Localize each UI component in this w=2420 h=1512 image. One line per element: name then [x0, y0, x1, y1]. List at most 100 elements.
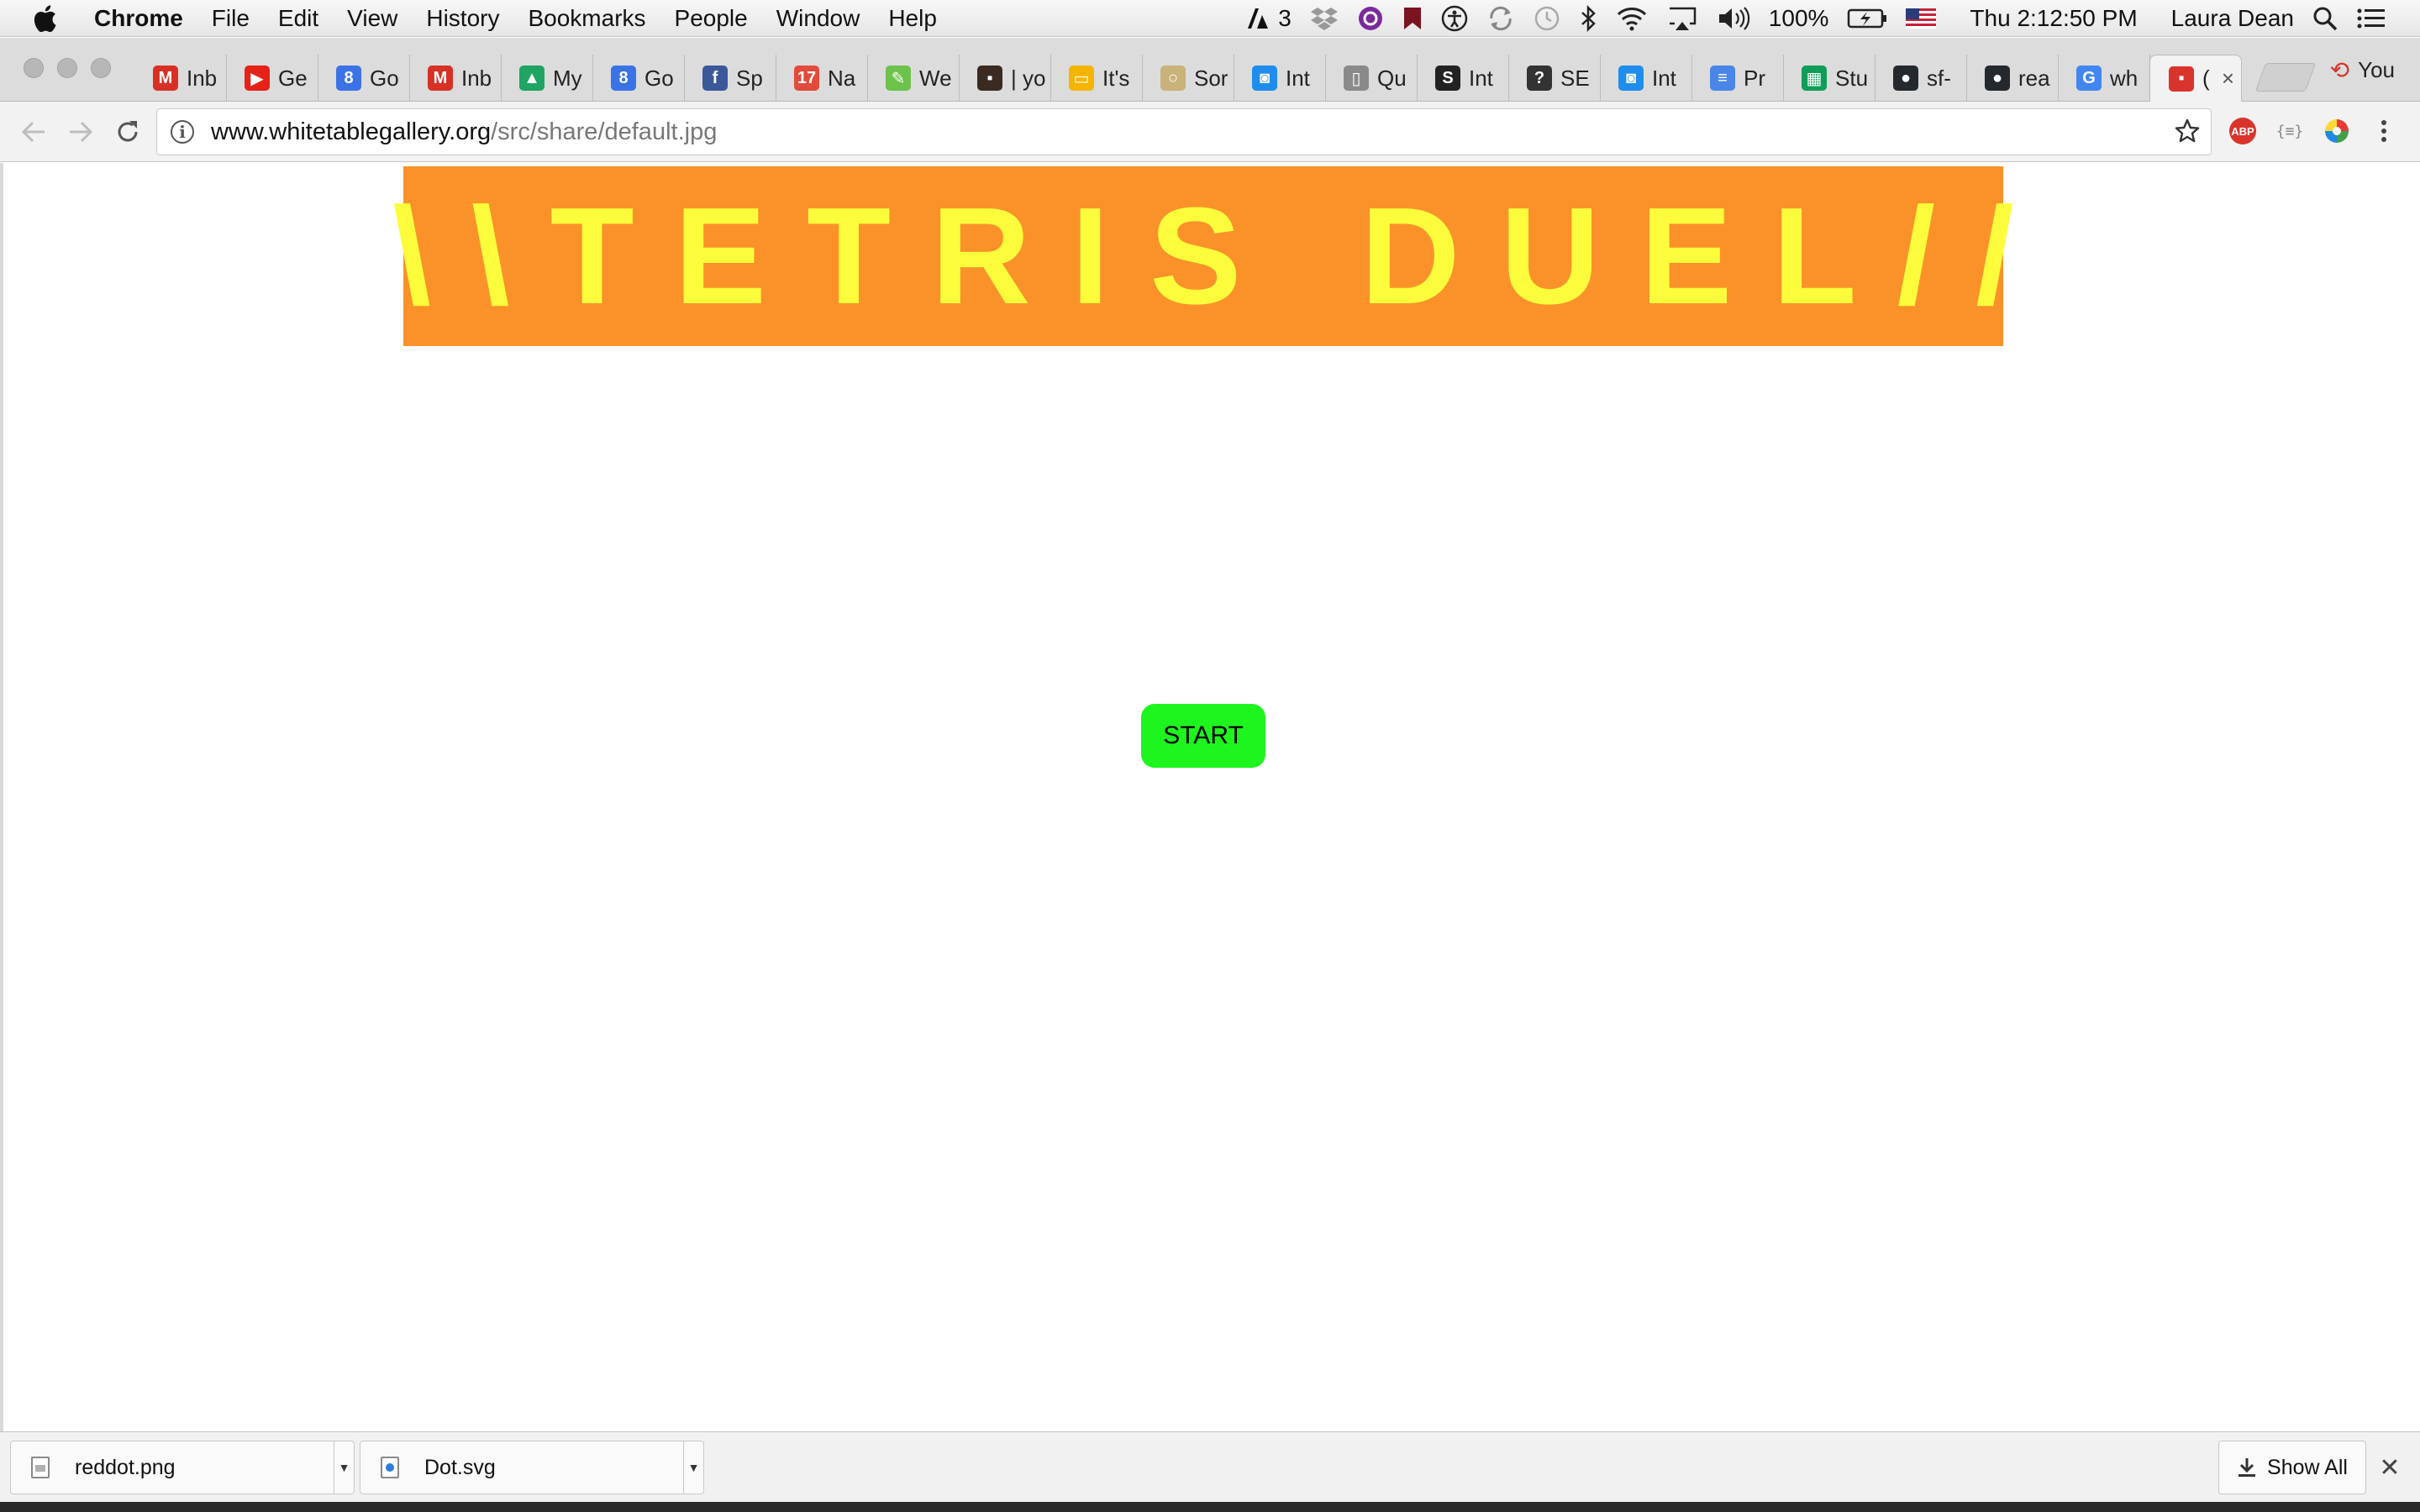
bluetooth-icon[interactable] — [1579, 0, 1597, 37]
tab-label: We — [919, 65, 952, 91]
tab-label: Sp — [736, 65, 763, 91]
accessibility-icon[interactable] — [1441, 0, 1468, 37]
time-machine-icon[interactable] — [1534, 0, 1560, 37]
download-item-dot-svg[interactable]: Dot.svg ▼ — [360, 1441, 704, 1494]
tab-label: wh — [2110, 65, 2139, 91]
browser-tab[interactable]: f Sp — [684, 55, 776, 102]
browser-tab[interactable]: M Inb — [409, 55, 502, 102]
google-drive-icon: ▲ — [519, 66, 544, 91]
browser-tab[interactable]: ◙ Int — [1234, 55, 1326, 102]
show-all-label: Show All — [2267, 1455, 2348, 1479]
tab-label: Qu — [1377, 65, 1407, 91]
browser-tab[interactable]: ● sf- — [1875, 55, 1967, 102]
browser-tab[interactable]: ▪ (× — [2149, 55, 2242, 102]
download-arrow-icon — [2238, 1458, 2256, 1477]
airplay-icon[interactable] — [1666, 0, 1698, 37]
user-name[interactable]: Laura Dean — [2171, 0, 2294, 37]
tab-strip: M Inb ▶ Ge 8 Go M Inb ▲ My 8 Go f Sp 17 Na ✎ We ▪ | yo ▭ It's… — [0, 38, 2420, 102]
browser-tab[interactable]: ● rea — [1966, 55, 2059, 102]
bookmark-star-icon[interactable] — [2174, 118, 2201, 151]
wifi-icon[interactable] — [1616, 0, 1648, 37]
menu-help[interactable]: Help — [888, 5, 937, 32]
close-downloads-icon[interactable]: ✕ — [2375, 1452, 2405, 1483]
json-viewer-icon[interactable]: {≡} — [2274, 115, 2306, 147]
tab-list: M Inb ▶ Ge 8 Go M Inb ▲ My 8 Go f Sp 17 Na ✎ We ▪ | yo ▭ It's… — [134, 55, 2242, 102]
spotlight-search-icon[interactable] — [2312, 0, 2338, 37]
download-menu-button[interactable]: ▼ — [334, 1441, 354, 1494]
browser-tab[interactable]: 17 Na — [776, 55, 868, 102]
browser-tab[interactable]: 8 Go — [318, 55, 410, 102]
profile-warning-icon: ⟲ — [2329, 57, 2350, 83]
title-banner: \\TETRIS DUEL// — [392, 166, 2014, 346]
battery-icon[interactable] — [1847, 0, 1887, 37]
bookmark-icon[interactable] — [1402, 0, 1423, 37]
back-button[interactable] — [15, 113, 52, 150]
url-path: /src/share/default.jpg — [491, 118, 718, 145]
adobe-icon[interactable] — [1246, 0, 1271, 37]
intercom-chat-icon: ◙ — [1252, 66, 1277, 91]
menu-bookmarks[interactable]: Bookmarks — [528, 5, 645, 32]
start-button[interactable]: START — [1141, 704, 1265, 768]
tab-label: ( — [2202, 66, 2210, 91]
chrome-menu-icon[interactable] — [2368, 115, 2400, 147]
menu-window[interactable]: Window — [776, 5, 860, 32]
google-calendar-icon: 8 — [336, 66, 361, 91]
browser-tab[interactable]: ▭ It's — [1050, 55, 1143, 102]
browser-tab[interactable]: ▦ Stu — [1783, 55, 1876, 102]
browser-tab[interactable]: ◙ Int — [1600, 55, 1692, 102]
browser-tab[interactable]: M Inb — [134, 55, 227, 102]
browser-tab[interactable]: ? SE — [1508, 55, 1601, 102]
google-calendar-icon: 8 — [611, 66, 636, 91]
menu-app-chrome[interactable]: Chrome — [94, 5, 183, 32]
gmail-icon: M — [153, 66, 178, 91]
status-area: 3 100% Thu 2:12:50 PM Laura Dean — [1246, 0, 2386, 37]
menu-file[interactable]: File — [212, 5, 250, 32]
browser-tab[interactable]: 8 Go — [592, 55, 685, 102]
window-close-button[interactable] — [24, 58, 44, 78]
purple-app-icon[interactable] — [1357, 0, 1384, 37]
adblock-plus-icon[interactable]: ABP — [2227, 115, 2259, 147]
window-minimize-button[interactable] — [57, 58, 77, 78]
clock[interactable]: Thu 2:12:50 PM — [1970, 0, 2137, 37]
tab-label: Inb — [187, 65, 218, 91]
show-all-downloads-button[interactable]: Show All — [2218, 1441, 2366, 1494]
browser-tab[interactable]: ▶ Ge — [226, 55, 318, 102]
window-zoom-button[interactable] — [91, 58, 111, 78]
profile-button[interactable]: ⟲ You — [2330, 56, 2395, 84]
menu-edit[interactable]: Edit — [278, 5, 318, 32]
circle-icon: ○ — [1160, 66, 1186, 91]
reload-button[interactable] — [109, 113, 146, 150]
menu-people[interactable]: People — [675, 5, 748, 32]
browser-tab[interactable]: ✎ We — [867, 55, 960, 102]
forward-button[interactable] — [62, 113, 99, 150]
volume-icon[interactable] — [1717, 0, 1750, 37]
browser-toolbar: i www.whitetablegallery.org /src/share/d… — [0, 102, 2420, 162]
menu-history[interactable]: History — [426, 5, 499, 32]
apple-icon[interactable] — [32, 4, 66, 33]
browser-tab[interactable]: ▲ My — [501, 55, 593, 102]
tab-close-icon[interactable]: × — [2222, 66, 2234, 92]
notification-center-icon[interactable] — [2356, 0, 2386, 37]
new-tab-button[interactable] — [2254, 63, 2317, 92]
slides-icon: ▭ — [1069, 66, 1094, 91]
site-info-icon[interactable]: i — [171, 120, 194, 144]
download-menu-button[interactable]: ▼ — [683, 1441, 703, 1494]
tab-label: | yo — [1011, 65, 1046, 91]
browser-tab[interactable]: Gwh — [2058, 55, 2150, 102]
github-icon: ● — [1893, 66, 1918, 91]
us-flag-icon[interactable] — [1906, 0, 1937, 37]
browser-tab[interactable]: ▪ | yo — [959, 55, 1051, 102]
sync-icon[interactable] — [1486, 0, 1515, 37]
dropbox-icon[interactable] — [1310, 0, 1339, 37]
tab-label: rea — [2018, 65, 2050, 91]
macos-menu-bar: Chrome File Edit View History Bookmarks … — [0, 0, 2420, 37]
intercom-chat-icon: ◙ — [1618, 66, 1644, 91]
color-picker-icon[interactable] — [2321, 115, 2353, 147]
browser-tab[interactable]: ○ Sor — [1142, 55, 1234, 102]
browser-tab[interactable]: S Int — [1417, 55, 1509, 102]
browser-tab[interactable]: ≡ Pr — [1691, 55, 1784, 102]
download-item-reddot[interactable]: reddot.png ▼ — [10, 1441, 355, 1494]
address-bar[interactable]: i www.whitetablegallery.org /src/share/d… — [156, 108, 2212, 155]
browser-tab[interactable]: ▯ Qu — [1325, 55, 1418, 102]
menu-view[interactable]: View — [347, 5, 397, 32]
